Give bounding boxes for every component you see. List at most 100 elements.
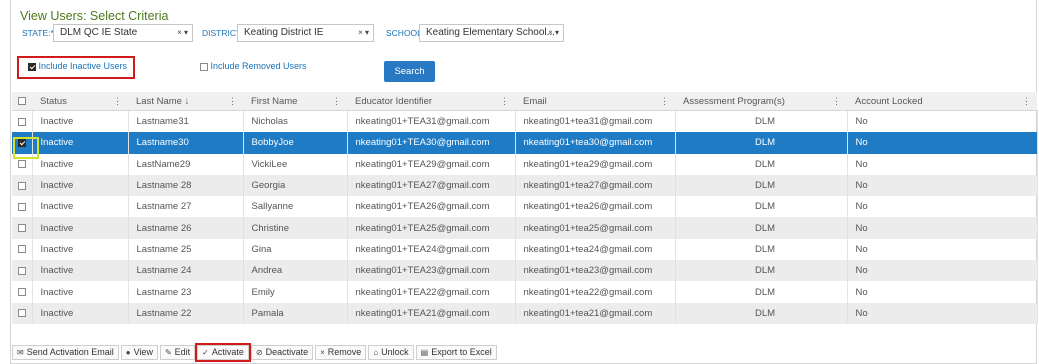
view-button[interactable]: ● View	[120, 345, 158, 360]
table-header-row: Status ⋮ Last Name ↓ ⋮ First Name ⋮ Educato…	[12, 92, 1037, 111]
email-cell: nkeating01+tea29@gmail.com	[515, 153, 676, 175]
district-select[interactable]: Keating District IE × ▾	[237, 24, 374, 42]
edit-button[interactable]: ✎ Edit	[159, 345, 196, 360]
assessment-program-cell: DLM	[675, 110, 848, 133]
include-inactive-checkbox[interactable]	[28, 62, 36, 71]
email-cell: nkeating01+tea23@gmail.com	[515, 260, 676, 282]
column-header-account-locked[interactable]: Account Locked ⋮	[847, 92, 1037, 111]
row-checkbox[interactable]	[17, 224, 26, 233]
table-row[interactable]: Inactive Lastname 23 Emily nkeating01+TEA22…	[12, 281, 1038, 303]
row-select-cell[interactable]	[12, 281, 33, 303]
row-select-cell[interactable]	[12, 196, 33, 218]
column-menu-icon[interactable]: ⋮	[660, 96, 669, 107]
toolbar-button-label: Edit	[174, 347, 191, 357]
state-clear-icon[interactable]: × ▾	[177, 25, 188, 41]
row-select-cell[interactable]	[12, 174, 33, 197]
first-name-cell: VickiLee	[243, 153, 348, 175]
district-value: Keating District IE	[244, 27, 324, 38]
include-inactive-option[interactable]: Include Inactive Users	[28, 61, 127, 71]
row-select-cell[interactable]	[12, 217, 33, 239]
ban-icon: ⊘	[255, 348, 263, 357]
account-locked-cell: No	[847, 132, 1038, 154]
state-select[interactable]: DLM QC IE State × ▾	[53, 24, 193, 42]
school-clear-icon[interactable]: × ▾	[548, 25, 559, 41]
column-menu-icon[interactable]: ⋮	[1022, 96, 1031, 107]
educator-identifier-cell: nkeating01+TEA29@gmail.com	[347, 153, 516, 175]
toolbar-button-label: View	[133, 347, 153, 357]
row-checkbox[interactable]	[17, 309, 26, 318]
state-value: DLM QC IE State	[60, 27, 138, 38]
search-button[interactable]: Search	[384, 61, 435, 82]
table-row[interactable]: Inactive Lastname31 Nicholas nkeating01+TEA…	[12, 110, 1038, 133]
column-header-last-name[interactable]: Last Name ↓ ⋮	[128, 92, 243, 111]
select-all-cell[interactable]	[12, 92, 32, 111]
export-to-excel-button[interactable]: ▤ Export to Excel	[415, 345, 497, 360]
column-header-email[interactable]: Email ⋮	[515, 92, 675, 111]
district-clear-icon[interactable]: × ▾	[358, 25, 369, 41]
email-cell: nkeating01+tea27@gmail.com	[515, 174, 676, 197]
row-checkbox[interactable]	[17, 181, 26, 190]
table-row[interactable]: Inactive Lastname30 BobbyJoe nkeating01+TEA…	[12, 132, 1038, 154]
row-checkbox[interactable]	[17, 266, 26, 275]
row-checkbox[interactable]	[17, 245, 26, 254]
action-toolbar: ✉ Send Activation Email ● View ✎ Edit ✓ Activat…	[12, 343, 497, 362]
email-cell: nkeating01+tea25@gmail.com	[515, 217, 676, 239]
envelope-icon: ✉	[17, 348, 24, 357]
excel-icon: ▤	[420, 348, 429, 357]
row-select-cell[interactable]	[12, 302, 33, 324]
table-row[interactable]: Inactive Lastname 22 Pamala nkeating01+TEA2…	[12, 302, 1038, 324]
last-name-cell: Lastname 23	[128, 281, 244, 303]
include-removed-option[interactable]: Include Removed Users	[200, 61, 307, 71]
assessment-program-cell: DLM	[675, 238, 848, 261]
state-label: STATE:*	[22, 28, 54, 38]
educator-identifier-cell: nkeating01+TEA22@gmail.com	[347, 281, 516, 303]
status-cell: Inactive	[32, 174, 129, 197]
row-checkbox[interactable]	[17, 160, 26, 169]
column-menu-icon[interactable]: ⋮	[500, 96, 509, 107]
column-menu-icon[interactable]: ⋮	[332, 96, 341, 107]
row-select-cell[interactable]	[12, 260, 33, 282]
deactivate-button[interactable]: ⊘ Deactivate	[250, 345, 314, 360]
table-row[interactable]: Inactive Lastname 24 Andrea nkeating01+TEA2…	[12, 260, 1038, 282]
include-removed-checkbox[interactable]	[200, 62, 208, 71]
users-table: Status ⋮ Last Name ↓ ⋮ First Name ⋮ Educato…	[12, 92, 1038, 324]
table-row[interactable]: Inactive Lastname 28 Georgia nkeating01+TEA…	[12, 174, 1038, 197]
table-row[interactable]: Inactive Lastname 25 Gina nkeating01+TEA24@…	[12, 238, 1038, 261]
send-activation-email-button[interactable]: ✉ Send Activation Email	[12, 345, 119, 360]
activate-button[interactable]: ✓ Activate	[195, 343, 251, 362]
row-select-cell[interactable]	[12, 110, 33, 133]
column-menu-icon[interactable]: ⋮	[228, 96, 237, 107]
row-select-cell[interactable]	[12, 238, 33, 261]
school-select[interactable]: Keating Elementary School... × ▾	[419, 24, 564, 42]
column-menu-icon[interactable]: ⋮	[113, 96, 122, 107]
column-header-first-name[interactable]: First Name ⋮	[243, 92, 347, 111]
educator-identifier-cell: nkeating01+TEA25@gmail.com	[347, 217, 516, 239]
last-name-cell: Lastname 27	[128, 196, 244, 218]
column-header-educator-identifier[interactable]: Educator Identifier ⋮	[347, 92, 515, 111]
last-name-cell: Lastname 26	[128, 217, 244, 239]
row-checkbox[interactable]	[17, 288, 26, 296]
first-name-cell: Gina	[243, 238, 348, 261]
table-row[interactable]: Inactive Lastname 27 Sallyanne nkeating01+T…	[12, 196, 1038, 218]
row-checkbox[interactable]	[17, 202, 26, 211]
column-menu-icon[interactable]: ⋮	[832, 96, 841, 107]
unlock-button[interactable]: ⌂ Unlock	[368, 345, 414, 360]
email-cell: nkeating01+tea30@gmail.com	[515, 132, 676, 154]
select-all-checkbox[interactable]	[18, 96, 26, 105]
table-row[interactable]: Inactive LastName29 VickiLee nkeating01+TEA…	[12, 153, 1038, 175]
column-header-status[interactable]: Status ⋮	[32, 92, 128, 111]
column-header-assessment-programs[interactable]: Assessment Program(s) ⋮	[675, 92, 847, 111]
last-name-cell: Lastname 25	[128, 238, 244, 261]
email-cell: nkeating01+tea26@gmail.com	[515, 196, 676, 218]
remove-button[interactable]: × Remove	[315, 345, 367, 360]
assessment-program-cell: DLM	[675, 260, 848, 282]
pencil-icon: ✎	[164, 348, 172, 357]
row-checkbox[interactable]	[17, 117, 26, 126]
table-row[interactable]: Inactive Lastname 26 Christine nkeating01+T…	[12, 217, 1038, 239]
status-cell: Inactive	[32, 238, 129, 261]
educator-identifier-cell: nkeating01+TEA30@gmail.com	[347, 132, 516, 154]
toolbar-button-label: Send Activation Email	[26, 347, 114, 357]
toolbar-button-label: Deactivate	[265, 347, 309, 357]
status-cell: Inactive	[32, 196, 129, 218]
educator-identifier-cell: nkeating01+TEA31@gmail.com	[347, 110, 516, 133]
